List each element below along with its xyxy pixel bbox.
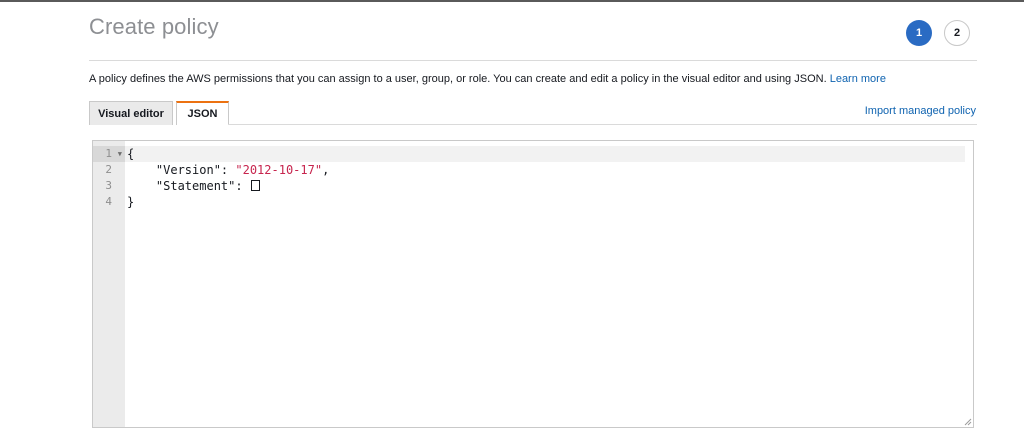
code-token: "Version": <box>127 163 236 177</box>
code-token: "Statement": <box>127 179 250 193</box>
top-border <box>0 0 1024 2</box>
code-token: } <box>127 195 135 209</box>
resize-grip-icon[interactable] <box>964 418 972 426</box>
line-number: 2 <box>105 163 112 176</box>
editor-tabs: Visual editor JSON <box>89 101 229 125</box>
line-number: 3 <box>105 179 112 192</box>
tab-json[interactable]: JSON <box>176 101 229 125</box>
code-line: } <box>127 194 329 210</box>
line-number-gutter: 1 ▼ 2 3 4 <box>93 141 125 427</box>
empty-array-box-icon <box>250 180 260 191</box>
policy-description: A policy defines the AWS permissions tha… <box>89 73 886 85</box>
code-content[interactable]: { "Version": "2012-10-17", "Statement": … <box>127 146 329 210</box>
code-line: "Statement": <box>127 178 329 194</box>
code-line: "Version": "2012-10-17", <box>127 162 329 178</box>
fold-arrow-icon[interactable]: ▼ <box>118 149 122 159</box>
page-title: Create policy <box>89 14 219 39</box>
code-token: , <box>322 163 330 177</box>
step-indicator-1[interactable]: 1 <box>906 20 932 46</box>
line-number: 4 <box>105 195 112 208</box>
code-string-token: "2012-10-17" <box>235 163 323 177</box>
code-token: { <box>127 147 135 161</box>
code-line: { <box>127 146 329 162</box>
description-text: A policy defines the AWS permissions tha… <box>89 73 827 85</box>
tab-visual-editor[interactable]: Visual editor <box>89 101 173 125</box>
line-number-text: 1 <box>105 147 112 160</box>
import-managed-policy-link[interactable]: Import managed policy <box>865 105 976 117</box>
step-indicator-2[interactable]: 2 <box>944 20 970 46</box>
tabs-divider <box>228 124 977 125</box>
json-code-editor[interactable]: 1 ▼ 2 3 4 { "Version": "2012-10-17", "St… <box>92 140 974 428</box>
learn-more-link[interactable]: Learn more <box>830 73 886 85</box>
header-divider <box>89 60 977 61</box>
line-number: 1 ▼ <box>93 146 125 162</box>
